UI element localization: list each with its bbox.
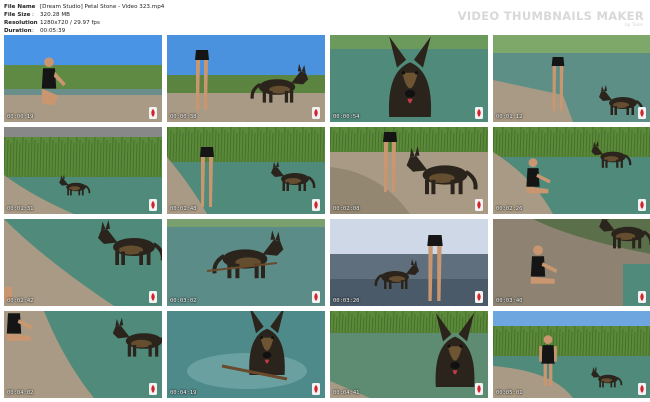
thumbnail-frame-image — [167, 219, 325, 306]
thumbnail-timestamp: 00:01:12 — [496, 114, 523, 120]
file-size-value: 320.28 MB — [40, 12, 71, 18]
video-thumbnail: 00:04:02 — [4, 311, 162, 398]
studio-logo-icon — [312, 383, 320, 395]
brand-watermark: VIDEO THUMBNAILS MAKER — [457, 9, 644, 23]
studio-logo-icon — [312, 107, 320, 119]
thumbnail-frame-image — [330, 35, 488, 122]
video-thumbnail: 00:03:40 — [493, 219, 650, 306]
thumbnail-frame-image — [330, 311, 488, 398]
studio-logo-icon — [149, 383, 157, 395]
video-thumbnail: 00:04:19 — [167, 311, 325, 398]
thumbnail-timestamp: 00:04:02 — [7, 390, 34, 396]
video-thumbnail: 00:02:26 — [493, 127, 650, 214]
thumbnail-timestamp: 00:03:20 — [333, 298, 360, 304]
thumbnail-timestamp: 00:04:19 — [170, 390, 197, 396]
thumbnail-timestamp: 00:02:42 — [7, 298, 34, 304]
studio-logo-icon — [149, 199, 157, 211]
duration-row: Duration : 00:05:39 — [4, 28, 66, 34]
thumbnail-frame-image — [167, 127, 325, 214]
file-name-value: [Dream Studio] Petal Stone - Video 323.m… — [40, 4, 165, 10]
duration-label: Duration — [4, 28, 32, 34]
duration-value: 00:05:39 — [40, 28, 66, 34]
thumbnail-timestamp: 00:02:08 — [333, 206, 360, 212]
video-thumbnail: 00:00:54 — [330, 35, 488, 122]
studio-logo-icon — [638, 199, 646, 211]
thumbnail-timestamp: 00:00:38 — [170, 114, 197, 120]
thumbnail-timestamp: 00:04:41 — [333, 390, 360, 396]
video-thumbnail: 00:03:02 — [167, 219, 325, 306]
studio-logo-icon — [638, 291, 646, 303]
thumbnail-timestamp: 00:00:54 — [333, 114, 360, 120]
studio-logo-icon — [312, 291, 320, 303]
file-size-label: File Size — [4, 12, 31, 18]
thumbnail-grid: 00:00:19 00:00:38 00:00:54 00:01:12 00:0… — [4, 35, 650, 398]
video-thumbnail: 00:00:19 — [4, 35, 162, 122]
thumbnail-timestamp: 00:03:40 — [496, 298, 523, 304]
video-thumbnail: 00:03:20 — [330, 219, 488, 306]
file-size-row: File Size : 320.28 MB — [4, 12, 71, 18]
thumbnail-frame-image — [493, 35, 650, 122]
video-thumbnail: 00:04:41 — [330, 311, 488, 398]
file-name-label: File Name — [4, 4, 36, 10]
studio-logo-icon — [638, 107, 646, 119]
thumbnail-frame-image — [493, 219, 650, 306]
thumbnail-frame-image — [167, 35, 325, 122]
thumbnail-timestamp: 00:01:31 — [7, 206, 34, 212]
thumbnail-timestamp: 00:00:19 — [7, 114, 34, 120]
studio-logo-icon — [149, 107, 157, 119]
thumbnail-frame-image — [330, 127, 488, 214]
resolution-label: Resolution — [4, 20, 38, 26]
thumbnail-timestamp: 00:02:26 — [496, 206, 523, 212]
studio-logo-icon — [475, 199, 483, 211]
studio-logo-icon — [312, 199, 320, 211]
video-thumbnail: 00:00:38 — [167, 35, 325, 122]
thumbnail-timestamp: 00:01:48 — [170, 206, 197, 212]
thumbnail-frame-image — [493, 311, 650, 398]
thumbnail-frame-image — [4, 311, 162, 398]
studio-logo-icon — [149, 291, 157, 303]
video-thumbnail: 00:05:01 — [493, 311, 650, 398]
studio-logo-icon — [475, 383, 483, 395]
video-thumbnail: 00:01:12 — [493, 35, 650, 122]
thumbnail-frame-image — [493, 127, 650, 214]
resolution-row: Resolution : 1280x720 / 29.97 fps — [4, 20, 100, 26]
studio-logo-icon — [475, 291, 483, 303]
video-thumbnail: 00:02:42 — [4, 219, 162, 306]
thumbnail-frame-image — [167, 311, 325, 398]
thumbnail-frame-image — [4, 136, 162, 214]
video-thumbnail: 00:02:08 — [330, 127, 488, 214]
thumbnail-frame-image — [4, 219, 162, 306]
thumbnail-frame-image — [330, 219, 488, 306]
thumbnail-frame-image — [4, 35, 162, 122]
thumbnail-timestamp: 00:05:01 — [496, 390, 523, 396]
studio-logo-icon — [638, 383, 646, 395]
studio-logo-icon — [475, 107, 483, 119]
thumbnail-timestamp: 00:03:02 — [170, 298, 197, 304]
contact-sheet: File Name : [Dream Studio] Petal Stone -… — [0, 0, 650, 402]
file-name-row: File Name : [Dream Studio] Petal Stone -… — [4, 4, 165, 10]
brand-subtitle: by Tools — [624, 23, 643, 28]
video-thumbnail: 00:01:31 — [4, 127, 162, 214]
resolution-value: 1280x720 / 29.97 fps — [40, 20, 100, 26]
video-thumbnail: 00:01:48 — [167, 127, 325, 214]
file-info-panel: File Name : [Dream Studio] Petal Stone -… — [4, 3, 164, 35]
